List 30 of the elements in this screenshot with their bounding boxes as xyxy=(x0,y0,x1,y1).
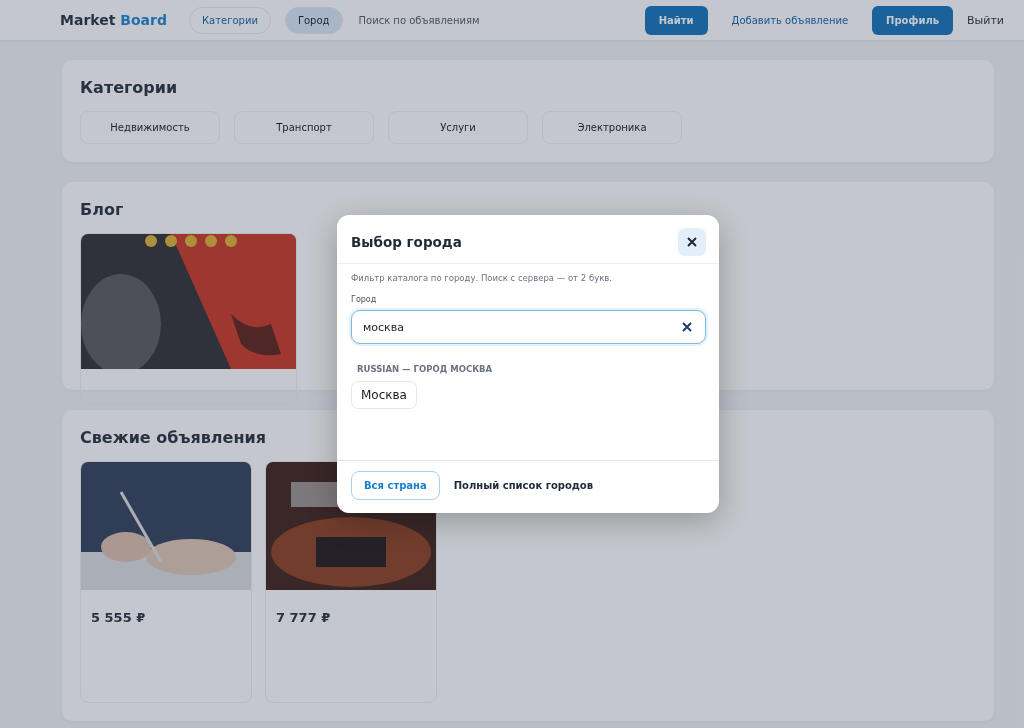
section-title: Категории xyxy=(80,78,179,97)
dialog-title: Выбор города xyxy=(351,234,462,250)
logo[interactable]: Market Board xyxy=(60,12,167,28)
search-button[interactable]: Найти xyxy=(644,5,708,35)
section-title: Блог xyxy=(80,200,125,219)
category-button[interactable]: Транспорт xyxy=(234,111,374,144)
category-button[interactable]: Недвижимость xyxy=(80,111,220,144)
nav-tab[interactable]: Город xyxy=(284,6,343,34)
logout-link[interactable]: Выйти xyxy=(967,13,1004,27)
hint-text: Фильтр каталога по городу. Поиск с сервера — от 2 букв. xyxy=(351,273,613,283)
city-field[interactable]: москва xyxy=(351,310,706,344)
category-button[interactable]: Электроника xyxy=(542,111,682,144)
field-label: Город xyxy=(351,295,378,304)
nav-tab[interactable]: Категории xyxy=(188,6,271,34)
listing-card[interactable]: 5 555 ₽ xyxy=(80,461,252,703)
all-country-button[interactable]: Вся страна xyxy=(351,471,440,500)
city-option[interactable]: Москва xyxy=(351,381,417,409)
blog-card[interactable] xyxy=(80,233,297,405)
add-listing-link[interactable]: Добавить объявление xyxy=(731,14,849,26)
group-heading: RUSSIAN — ГОРОД МОСКВА xyxy=(357,364,494,374)
close-button[interactable] xyxy=(678,228,706,256)
profile-button[interactable]: Профиль xyxy=(872,5,954,35)
full-list-link[interactable]: Полный список городов xyxy=(453,480,594,491)
close-icon xyxy=(687,237,697,247)
section-title: Свежие объявления xyxy=(80,428,267,447)
price: 5 555 ₽ xyxy=(91,610,147,625)
category-button[interactable]: Услуги xyxy=(388,111,528,144)
price: 7 777 ₽ xyxy=(276,610,332,625)
clear-icon[interactable] xyxy=(682,322,692,332)
search-field[interactable]: Поиск по объявлениям xyxy=(356,13,631,27)
